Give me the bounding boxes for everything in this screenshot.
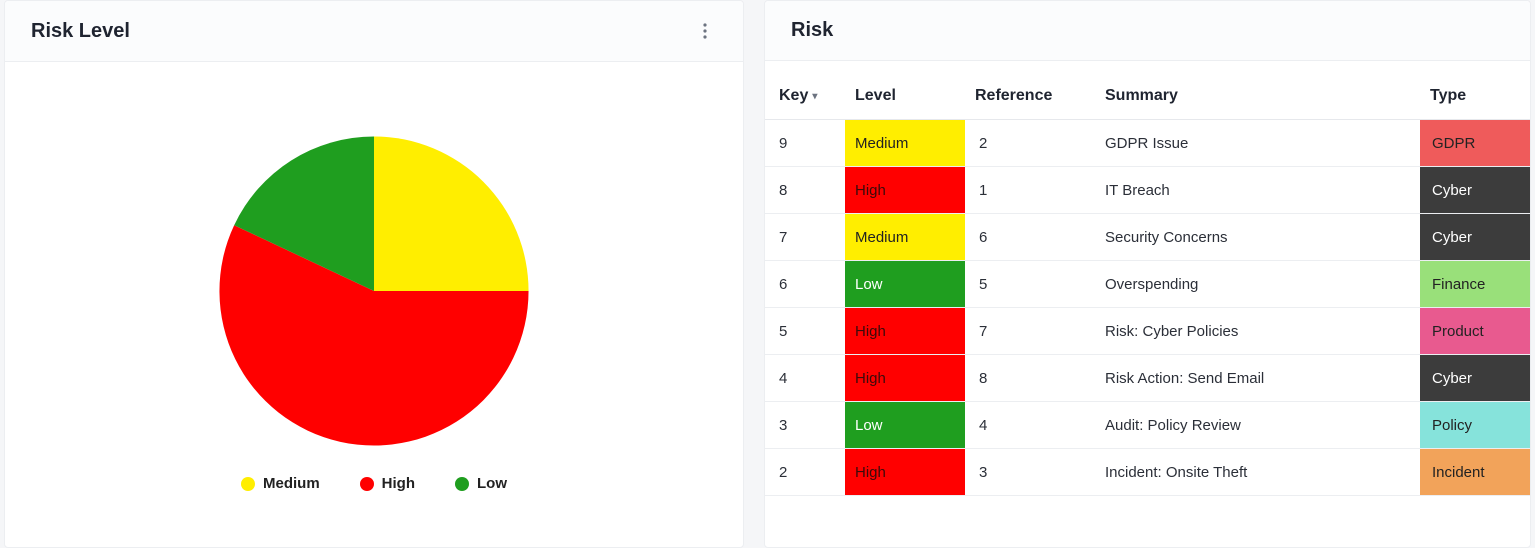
legend-swatch-icon xyxy=(360,477,374,491)
cell-type: Policy xyxy=(1420,402,1530,449)
table-row[interactable]: 9Medium2GDPR IssueGDPR xyxy=(765,120,1530,167)
legend-item-high[interactable]: High xyxy=(360,475,415,492)
cell-reference: 1 xyxy=(965,167,1095,214)
cell-reference: 4 xyxy=(965,402,1095,449)
level-badge: High xyxy=(845,449,965,495)
cell-reference: 5 xyxy=(965,261,1095,308)
type-badge: Cyber xyxy=(1420,214,1530,260)
cell-type: GDPR xyxy=(1420,120,1530,167)
col-header-key-label: Key xyxy=(779,87,808,105)
card-title: Risk Level xyxy=(31,20,130,43)
cell-summary: GDPR Issue xyxy=(1095,120,1420,167)
cell-type: Cyber xyxy=(1420,167,1530,214)
type-badge: Finance xyxy=(1420,261,1530,307)
cell-key: 5 xyxy=(765,308,845,355)
cell-summary: IT Breach xyxy=(1095,167,1420,214)
card-header: Risk Level xyxy=(5,1,743,62)
col-header-reference[interactable]: Reference xyxy=(965,75,1095,120)
cell-level: Low xyxy=(845,261,965,308)
cell-level: High xyxy=(845,308,965,355)
level-badge: High xyxy=(845,167,965,213)
cell-key: 4 xyxy=(765,355,845,402)
type-badge: Product xyxy=(1420,308,1530,354)
cell-level: High xyxy=(845,167,965,214)
type-badge: Policy xyxy=(1420,402,1530,448)
legend-label: Low xyxy=(477,475,507,492)
card-header: Risk xyxy=(765,1,1530,61)
risk-table: Key ▾ Level Reference Summary Type 9Medi… xyxy=(765,75,1530,496)
table-row[interactable]: 4High8Risk Action: Send EmailCyber xyxy=(765,355,1530,402)
cell-type: Cyber xyxy=(1420,355,1530,402)
cell-level: Medium xyxy=(845,214,965,261)
cell-summary: Incident: Onsite Theft xyxy=(1095,449,1420,496)
chart-body: Medium High Low xyxy=(5,62,743,547)
pie-slice-medium[interactable] xyxy=(374,136,529,291)
cell-reference: 6 xyxy=(965,214,1095,261)
cell-type: Finance xyxy=(1420,261,1530,308)
cell-reference: 7 xyxy=(965,308,1095,355)
col-header-type[interactable]: Type xyxy=(1420,75,1530,120)
type-badge: Cyber xyxy=(1420,167,1530,213)
cell-key: 8 xyxy=(765,167,845,214)
risk-level-card: Risk Level Medium High Low xyxy=(4,0,744,548)
cell-type: Product xyxy=(1420,308,1530,355)
sort-desc-icon: ▾ xyxy=(812,91,817,102)
cell-reference: 8 xyxy=(965,355,1095,402)
table-row[interactable]: 6Low5OverspendingFinance xyxy=(765,261,1530,308)
table-row[interactable]: 3Low4Audit: Policy ReviewPolicy xyxy=(765,402,1530,449)
cell-reference: 2 xyxy=(965,120,1095,167)
legend-label: Medium xyxy=(263,475,320,492)
level-badge: High xyxy=(845,355,965,401)
cell-key: 2 xyxy=(765,449,845,496)
cell-type: Incident xyxy=(1420,449,1530,496)
cell-level: High xyxy=(845,355,965,402)
cell-summary: Overspending xyxy=(1095,261,1420,308)
card-title: Risk xyxy=(791,19,833,42)
cell-level: Medium xyxy=(845,120,965,167)
legend-item-low[interactable]: Low xyxy=(455,475,507,492)
cell-key: 9 xyxy=(765,120,845,167)
legend-item-medium[interactable]: Medium xyxy=(241,475,320,492)
col-header-summary[interactable]: Summary xyxy=(1095,75,1420,120)
cell-summary: Audit: Policy Review xyxy=(1095,402,1420,449)
cell-key: 7 xyxy=(765,214,845,261)
risk-table-card: Risk Key ▾ Level Reference Summary xyxy=(764,0,1531,548)
cell-reference: 3 xyxy=(965,449,1095,496)
table-row[interactable]: 7Medium6Security ConcernsCyber xyxy=(765,214,1530,261)
cell-level: Low xyxy=(845,402,965,449)
legend-swatch-icon xyxy=(241,477,255,491)
col-header-level[interactable]: Level xyxy=(845,75,965,120)
col-header-key[interactable]: Key ▾ xyxy=(765,75,845,120)
table-row[interactable]: 8High1IT BreachCyber xyxy=(765,167,1530,214)
level-badge: High xyxy=(845,308,965,354)
cell-key: 3 xyxy=(765,402,845,449)
cell-key: 6 xyxy=(765,261,845,308)
table-row[interactable]: 2High3Incident: Onsite TheftIncident xyxy=(765,449,1530,496)
risk-table-wrap: Key ▾ Level Reference Summary Type 9Medi… xyxy=(765,61,1530,547)
level-badge: Low xyxy=(845,402,965,448)
level-badge: Medium xyxy=(845,214,965,260)
type-badge: Incident xyxy=(1420,449,1530,495)
table-row[interactable]: 5High7Risk: Cyber PoliciesProduct xyxy=(765,308,1530,355)
legend-swatch-icon xyxy=(455,477,469,491)
type-badge: Cyber xyxy=(1420,355,1530,401)
type-badge: GDPR xyxy=(1420,120,1530,166)
level-badge: Low xyxy=(845,261,965,307)
cell-summary: Security Concerns xyxy=(1095,214,1420,261)
legend-label: High xyxy=(382,475,415,492)
kebab-menu-icon[interactable] xyxy=(693,19,717,43)
cell-level: High xyxy=(845,449,965,496)
chart-legend: Medium High Low xyxy=(241,475,507,492)
table-header-row: Key ▾ Level Reference Summary Type xyxy=(765,75,1530,120)
risk-level-pie-chart xyxy=(204,121,544,461)
cell-summary: Risk: Cyber Policies xyxy=(1095,308,1420,355)
cell-type: Cyber xyxy=(1420,214,1530,261)
cell-summary: Risk Action: Send Email xyxy=(1095,355,1420,402)
level-badge: Medium xyxy=(845,120,965,166)
